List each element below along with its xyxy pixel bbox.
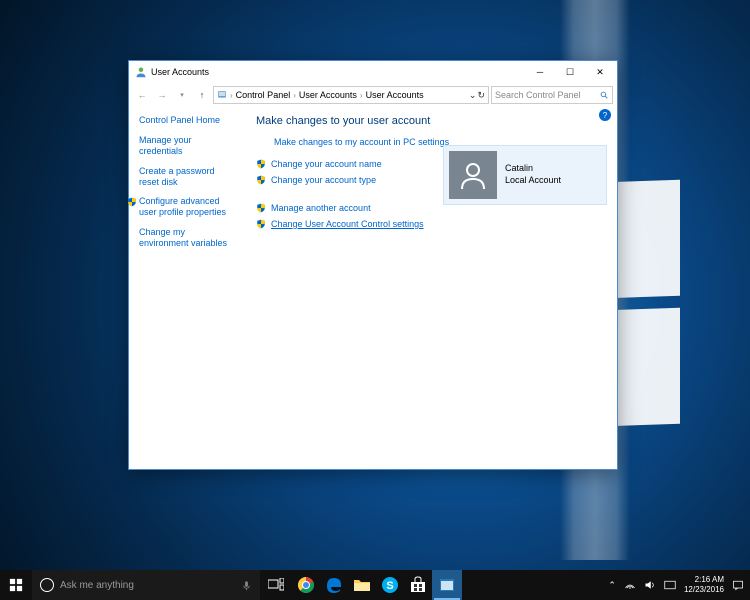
- tray-overflow[interactable]: ⌃: [608, 580, 616, 591]
- folder-icon: [353, 576, 371, 594]
- page-heading: Make changes to your user account: [256, 115, 605, 127]
- sidebar: Control Panel Home Manage your credentia…: [129, 107, 244, 469]
- network-icon[interactable]: [624, 579, 636, 591]
- start-button[interactable]: [0, 570, 32, 600]
- user-accounts-window: User Accounts ─ ☐ ✕ ← → ▾ ↑ › Control Pa…: [128, 60, 618, 470]
- volume-icon[interactable]: [644, 579, 656, 591]
- shield-icon: [256, 159, 266, 169]
- person-icon: [457, 159, 489, 191]
- shield-icon: [256, 203, 266, 213]
- chevron-right-icon: ›: [230, 91, 233, 100]
- system-tray: ⌃ 2:16 AM 12/23/2016: [608, 575, 750, 594]
- task-view-button[interactable]: [260, 570, 292, 600]
- edge-icon: [325, 576, 343, 594]
- sidebar-manage-credentials[interactable]: Manage your credentials: [139, 135, 236, 158]
- taskbar-skype[interactable]: S: [376, 570, 404, 600]
- desktop-wallpaper: User Accounts ─ ☐ ✕ ← → ▾ ↑ › Control Pa…: [0, 0, 750, 600]
- skype-icon: S: [381, 576, 399, 594]
- user-name: Catalin: [505, 163, 561, 175]
- breadcrumb-item[interactable]: User Accounts: [299, 90, 357, 100]
- taskbar-store[interactable]: [404, 570, 432, 600]
- avatar: [449, 151, 497, 199]
- taskbar-explorer[interactable]: [348, 570, 376, 600]
- user-type: Local Account: [505, 175, 561, 187]
- store-icon: [409, 576, 427, 594]
- taskbar: Ask me anything S ⌃ 2:16 AM 12/23/2016: [0, 570, 750, 600]
- windows-icon: [9, 578, 23, 592]
- date: 12/23/2016: [684, 585, 724, 595]
- language-icon[interactable]: [664, 579, 676, 591]
- control-panel-home-link[interactable]: Control Panel Home: [139, 115, 236, 125]
- shield-icon: [127, 197, 137, 207]
- taskbar-active-app[interactable]: [432, 570, 462, 600]
- user-account-card: Catalin Local Account: [443, 145, 607, 205]
- shield-icon: [256, 175, 266, 185]
- task-view-icon: [268, 578, 284, 592]
- control-panel-icon: [217, 90, 227, 100]
- window-title: User Accounts: [151, 67, 209, 77]
- search-input[interactable]: Search Control Panel: [491, 86, 613, 104]
- back-button[interactable]: ←: [133, 86, 151, 104]
- shield-icon: [256, 219, 266, 229]
- up-button[interactable]: ↑: [193, 86, 211, 104]
- refresh-button[interactable]: ↻: [477, 90, 485, 101]
- time: 2:16 AM: [684, 575, 724, 585]
- chevron-right-icon: ›: [293, 91, 296, 100]
- recent-dropdown[interactable]: ▾: [173, 86, 191, 104]
- sidebar-advanced-profile[interactable]: Configure advanced user profile properti…: [139, 196, 236, 219]
- breadcrumb-item[interactable]: Control Panel: [236, 90, 291, 100]
- taskbar-chrome[interactable]: [292, 570, 320, 600]
- svg-text:S: S: [386, 580, 393, 592]
- app-icon: [438, 576, 456, 594]
- breadcrumb-dropdown[interactable]: ⌄: [469, 90, 477, 101]
- cortana-search[interactable]: Ask me anything: [32, 570, 260, 600]
- chevron-right-icon: ›: [360, 91, 363, 100]
- notifications-icon[interactable]: [732, 579, 744, 591]
- search-icon: [600, 91, 609, 100]
- taskbar-edge[interactable]: [320, 570, 348, 600]
- sidebar-password-reset[interactable]: Create a password reset disk: [139, 166, 236, 189]
- cortana-placeholder: Ask me anything: [60, 580, 134, 591]
- microphone-icon: [241, 580, 252, 591]
- close-button[interactable]: ✕: [585, 62, 615, 82]
- minimize-button[interactable]: ─: [525, 62, 555, 82]
- user-accounts-icon: [135, 66, 147, 78]
- breadcrumb[interactable]: › Control Panel › User Accounts › User A…: [213, 86, 489, 104]
- maximize-button[interactable]: ☐: [555, 62, 585, 82]
- search-placeholder: Search Control Panel: [495, 90, 597, 100]
- breadcrumb-item[interactable]: User Accounts: [366, 90, 424, 100]
- uac-settings-link[interactable]: Change User Account Control settings: [256, 219, 605, 229]
- forward-button: →: [153, 86, 171, 104]
- chrome-icon: [297, 576, 315, 594]
- titlebar[interactable]: User Accounts ─ ☐ ✕: [129, 61, 617, 83]
- clock[interactable]: 2:16 AM 12/23/2016: [684, 575, 724, 594]
- sidebar-env-variables[interactable]: Change my environment variables: [139, 227, 236, 250]
- cortana-icon: [40, 578, 54, 592]
- main-panel: Make changes to your user account Make c…: [244, 107, 617, 469]
- help-button[interactable]: ?: [599, 109, 611, 121]
- navigation-bar: ← → ▾ ↑ › Control Panel › User Accounts …: [129, 83, 617, 107]
